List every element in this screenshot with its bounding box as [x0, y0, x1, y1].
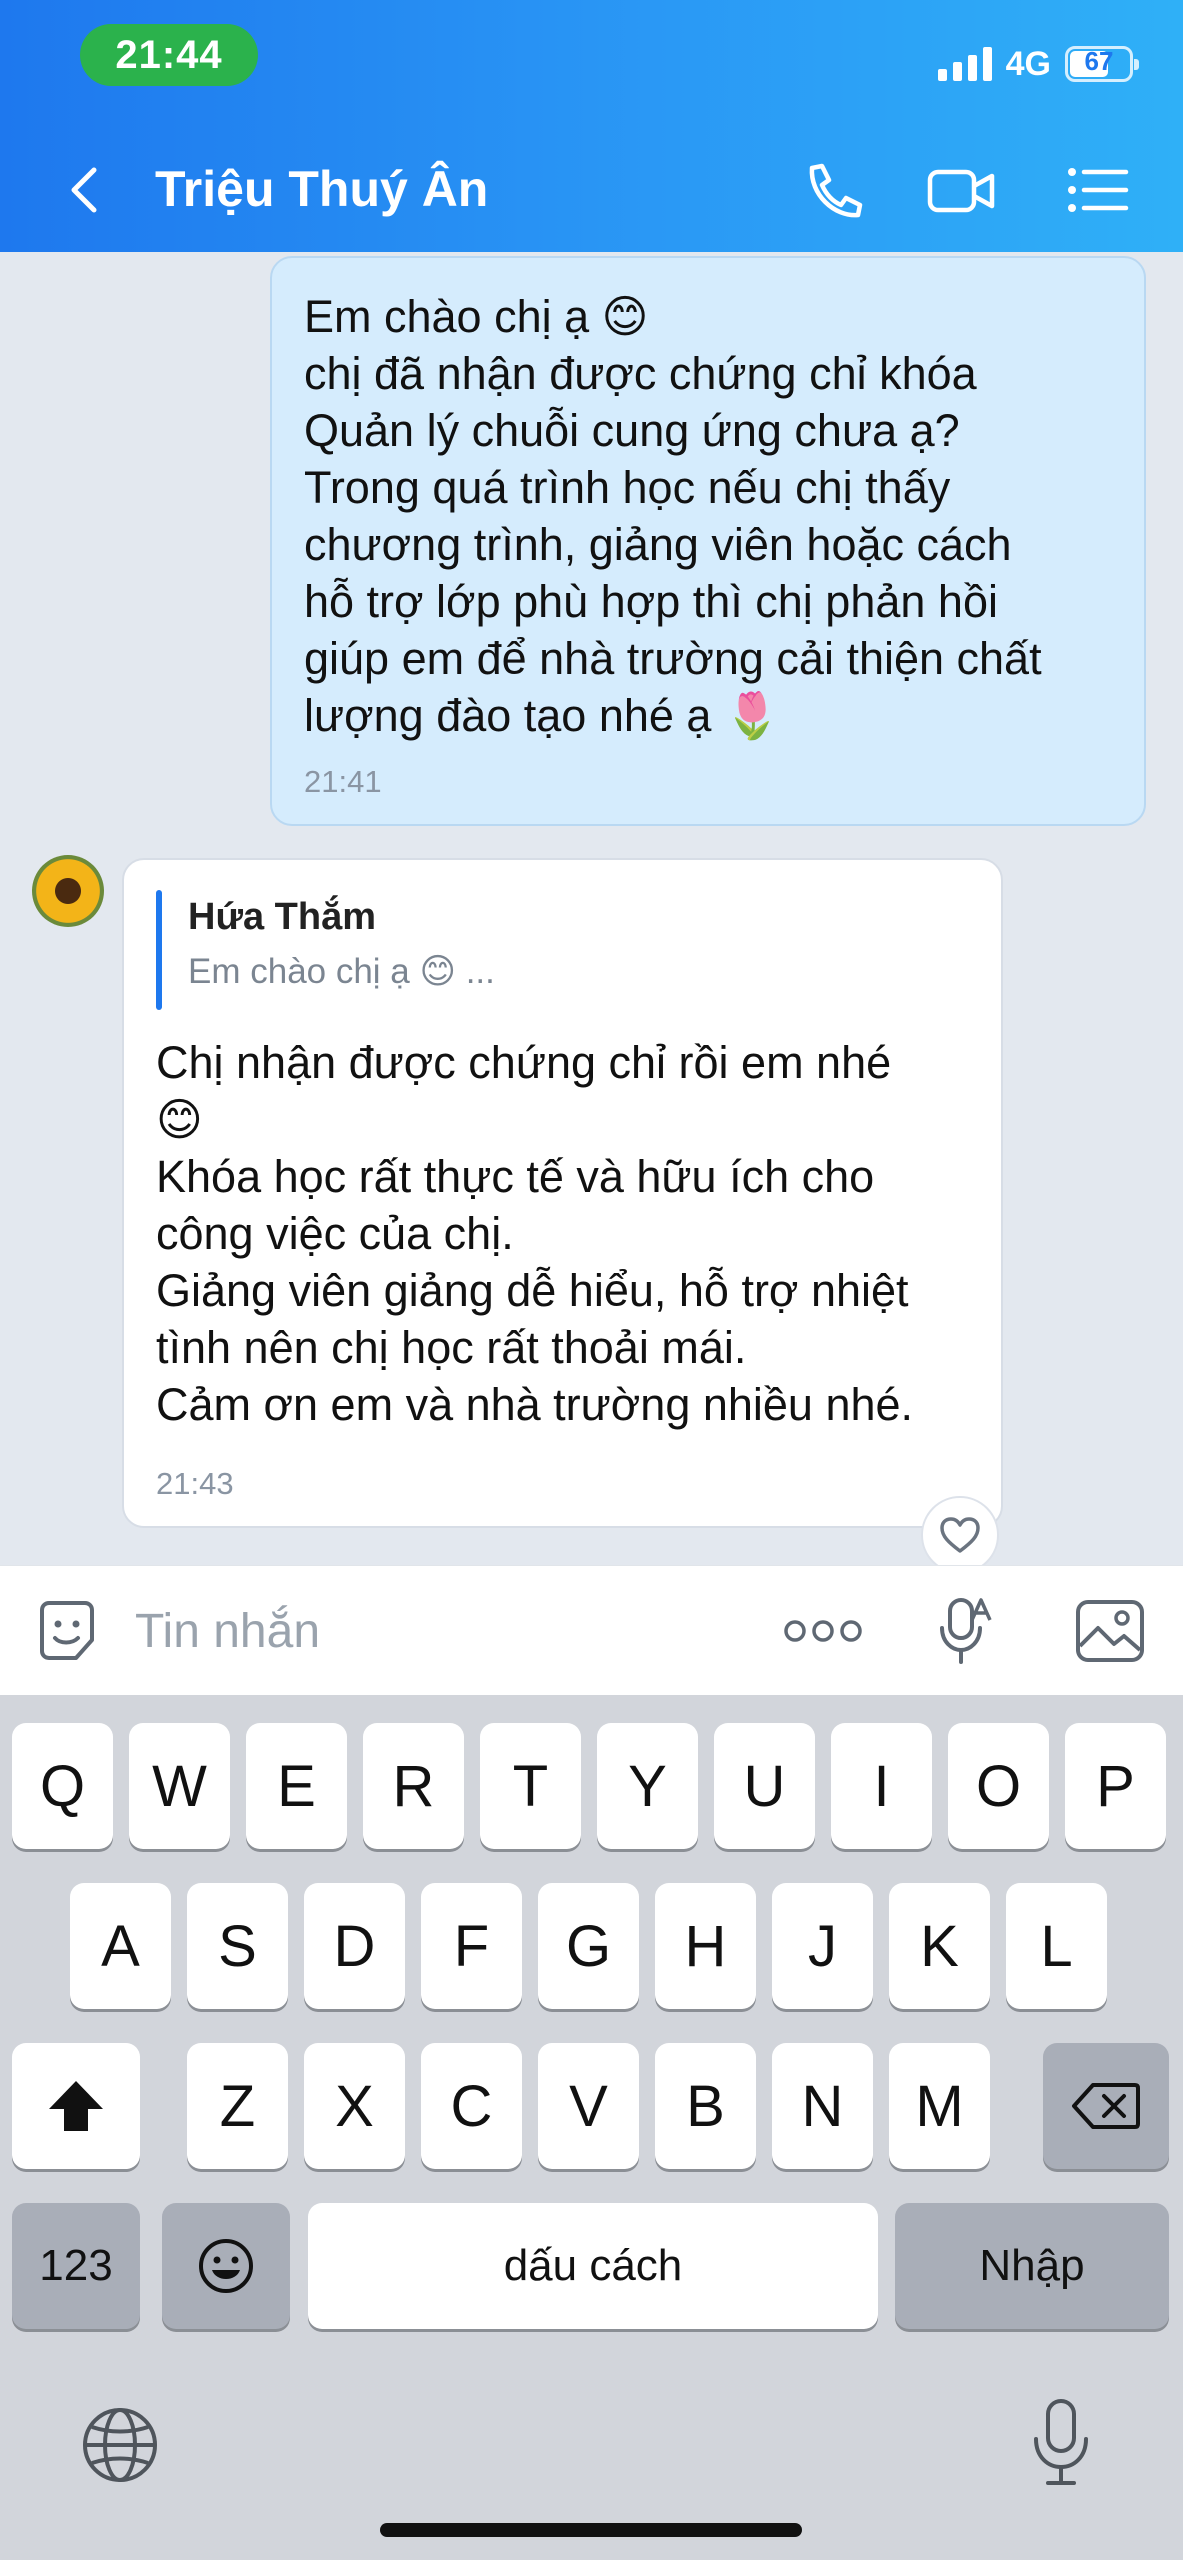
key-p[interactable]: P	[1065, 1723, 1166, 1849]
shift-icon	[49, 2081, 103, 2131]
key-o[interactable]: O	[948, 1723, 1049, 1849]
key-k[interactable]: K	[889, 1883, 990, 2009]
key-g[interactable]: G	[538, 1883, 639, 2009]
microphone-icon[interactable]	[1030, 2397, 1092, 2489]
status-indicators: 4G 67	[937, 36, 1139, 92]
quote-author: Hứa Thắm	[188, 896, 376, 938]
sticker-icon[interactable]	[32, 1596, 102, 1666]
keyboard: Q W E R T Y U I O P A S D F G H J K L Z …	[0, 1695, 1183, 2560]
message-text: Em chào chị ạ 😊 chị đã nhận được chứng c…	[304, 291, 1042, 741]
reply-quote[interactable]: Hứa Thắm Em chào chị ạ 😊 ...	[156, 890, 969, 1010]
shift-key[interactable]	[12, 2043, 140, 2169]
delete-key[interactable]	[1043, 2043, 1169, 2169]
list-icon[interactable]	[1064, 160, 1134, 220]
key-l[interactable]: L	[1006, 1883, 1107, 2009]
chevron-left-icon[interactable]	[60, 164, 110, 216]
key-h[interactable]: H	[655, 1883, 756, 2009]
key-n[interactable]: N	[772, 2043, 873, 2169]
numbers-key[interactable]: 123	[12, 2203, 140, 2329]
outgoing-message[interactable]: Em chào chị ạ 😊 chị đã nhận được chứng c…	[270, 256, 1146, 826]
key-j[interactable]: J	[772, 1883, 873, 2009]
nav-bar: Triệu Thuý Ân	[0, 140, 1183, 240]
chat-header: 21:44 4G 67 Triệu Thuý Ân	[0, 0, 1183, 252]
key-a[interactable]: A	[70, 1883, 171, 2009]
globe-icon[interactable]	[80, 2405, 160, 2485]
key-i[interactable]: I	[831, 1723, 932, 1849]
key-x[interactable]: X	[304, 2043, 405, 2169]
avatar[interactable]	[32, 855, 104, 927]
message-input[interactable]: Tin nhắn	[135, 1604, 320, 1659]
more-icon[interactable]	[783, 1611, 863, 1651]
return-key[interactable]: Nhập	[895, 2203, 1169, 2329]
space-key[interactable]: dấu cách	[308, 2203, 878, 2329]
key-z[interactable]: Z	[187, 2043, 288, 2169]
key-v[interactable]: V	[538, 2043, 639, 2169]
key-t[interactable]: T	[480, 1723, 581, 1849]
key-m[interactable]: M	[889, 2043, 990, 2169]
signal-icon	[937, 47, 992, 81]
heart-icon[interactable]	[921, 1496, 999, 1574]
incoming-message[interactable]: Hứa Thắm Em chào chị ạ 😊 ... Chị nhận đư…	[122, 858, 1003, 1528]
key-w[interactable]: W	[129, 1723, 230, 1849]
message-time: 21:41	[304, 764, 382, 799]
message-time: 21:43	[156, 1466, 234, 1501]
key-s[interactable]: S	[187, 1883, 288, 2009]
backspace-icon	[1072, 2083, 1140, 2129]
phone-icon[interactable]	[798, 160, 868, 220]
key-r[interactable]: R	[363, 1723, 464, 1849]
key-f[interactable]: F	[421, 1883, 522, 2009]
key-d[interactable]: D	[304, 1883, 405, 2009]
key-q[interactable]: Q	[12, 1723, 113, 1849]
message-input-bar: Tin nhắn	[0, 1565, 1183, 1696]
key-e[interactable]: E	[246, 1723, 347, 1849]
home-indicator[interactable]	[380, 2523, 802, 2537]
status-time: 21:44	[80, 24, 258, 86]
emoji-key[interactable]	[162, 2203, 290, 2329]
message-text: Chị nhận được chứng chỉ rồi em nhé 😊 Khó…	[156, 1037, 914, 1430]
contact-name[interactable]: Triệu Thuý Ân	[155, 160, 488, 218]
voice-text-icon[interactable]	[934, 1594, 994, 1668]
key-b[interactable]: B	[655, 2043, 756, 2169]
network-type: 4G	[1005, 44, 1051, 83]
quote-text: Em chào chị ạ 😊 ...	[188, 952, 495, 991]
video-icon[interactable]	[926, 160, 996, 220]
key-y[interactable]: Y	[597, 1723, 698, 1849]
battery-icon: 67	[1065, 46, 1139, 82]
battery-level: 67	[1084, 46, 1114, 76]
key-c[interactable]: C	[421, 2043, 522, 2169]
emoji-icon	[199, 2239, 253, 2293]
key-u[interactable]: U	[714, 1723, 815, 1849]
image-icon[interactable]	[1074, 1598, 1146, 1664]
